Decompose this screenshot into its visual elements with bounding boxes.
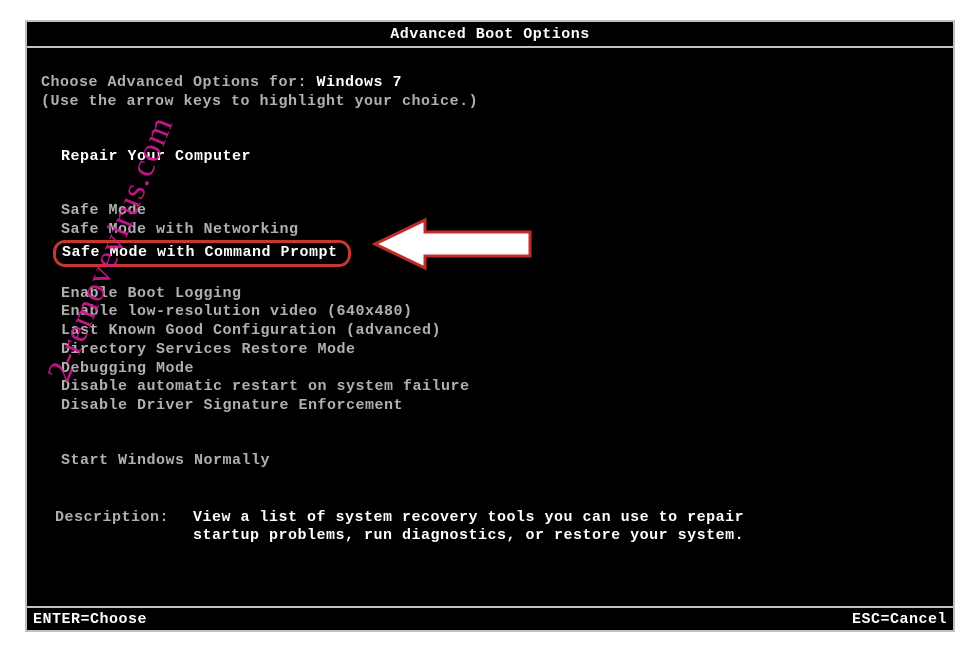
menu-item-label: Repair Your Computer (59, 148, 253, 167)
title-text: Advanced Boot Options (390, 26, 590, 43)
menu-safe-mode[interactable]: Safe Mode (41, 202, 953, 221)
menu-ds-restore-mode[interactable]: Directory Services Restore Mode (41, 341, 953, 360)
os-name: Windows 7 (317, 74, 403, 91)
description-text: View a list of system recovery tools you… (193, 509, 753, 547)
menu-item-label: Debugging Mode (59, 360, 196, 379)
menu-item-label: Last Known Good Configuration (advanced) (59, 322, 443, 341)
menu-start-normally[interactable]: Start Windows Normally (41, 452, 953, 471)
menu-repair[interactable]: Repair Your Computer (41, 148, 953, 167)
menu-item-label: Disable Driver Signature Enforcement (59, 397, 405, 416)
choose-line: Choose Advanced Options for: Windows 7 (41, 74, 953, 93)
menu-item-label: Enable low-resolution video (640x480) (59, 303, 415, 322)
menu-debugging-mode[interactable]: Debugging Mode (41, 360, 953, 379)
menu-item-label: Safe Mode (59, 202, 149, 221)
hint-line: (Use the arrow keys to highlight your ch… (41, 93, 953, 112)
menu-disable-auto-restart[interactable]: Disable automatic restart on system fail… (41, 378, 953, 397)
content-area: Choose Advanced Options for: Windows 7 (… (27, 48, 953, 546)
menu-last-known-good[interactable]: Last Known Good Configuration (advanced) (41, 322, 953, 341)
footer-esc: ESC=Cancel (852, 611, 947, 630)
menu-item-label-highlighted: Safe Mode with Command Prompt (53, 240, 351, 267)
description-label: Description: (55, 509, 193, 547)
menu-item-label: Directory Services Restore Mode (59, 341, 358, 360)
menu-item-label: Safe Mode with Networking (59, 221, 301, 240)
menu-safe-mode-networking[interactable]: Safe Mode with Networking (41, 221, 953, 240)
footer-enter: ENTER=Choose (33, 611, 147, 630)
footer-bar: ENTER=Choose ESC=Cancel (27, 606, 953, 630)
menu-item-label: Start Windows Normally (59, 452, 272, 471)
menu-disable-driver-sig[interactable]: Disable Driver Signature Enforcement (41, 397, 953, 416)
prompt-prefix: Choose Advanced Options for: (41, 74, 317, 91)
menu-item-label: Disable automatic restart on system fail… (59, 378, 472, 397)
title-bar: Advanced Boot Options (27, 22, 953, 48)
menu-safe-mode-command-prompt[interactable]: Safe Mode with Command Prompt (41, 240, 953, 267)
menu-low-res-video[interactable]: Enable low-resolution video (640x480) (41, 303, 953, 322)
boot-options-screen: Advanced Boot Options Choose Advanced Op… (25, 20, 955, 632)
menu-boot-logging[interactable]: Enable Boot Logging (41, 285, 953, 304)
menu-item-label: Enable Boot Logging (59, 285, 244, 304)
description-block: Description: View a list of system recov… (55, 509, 953, 547)
